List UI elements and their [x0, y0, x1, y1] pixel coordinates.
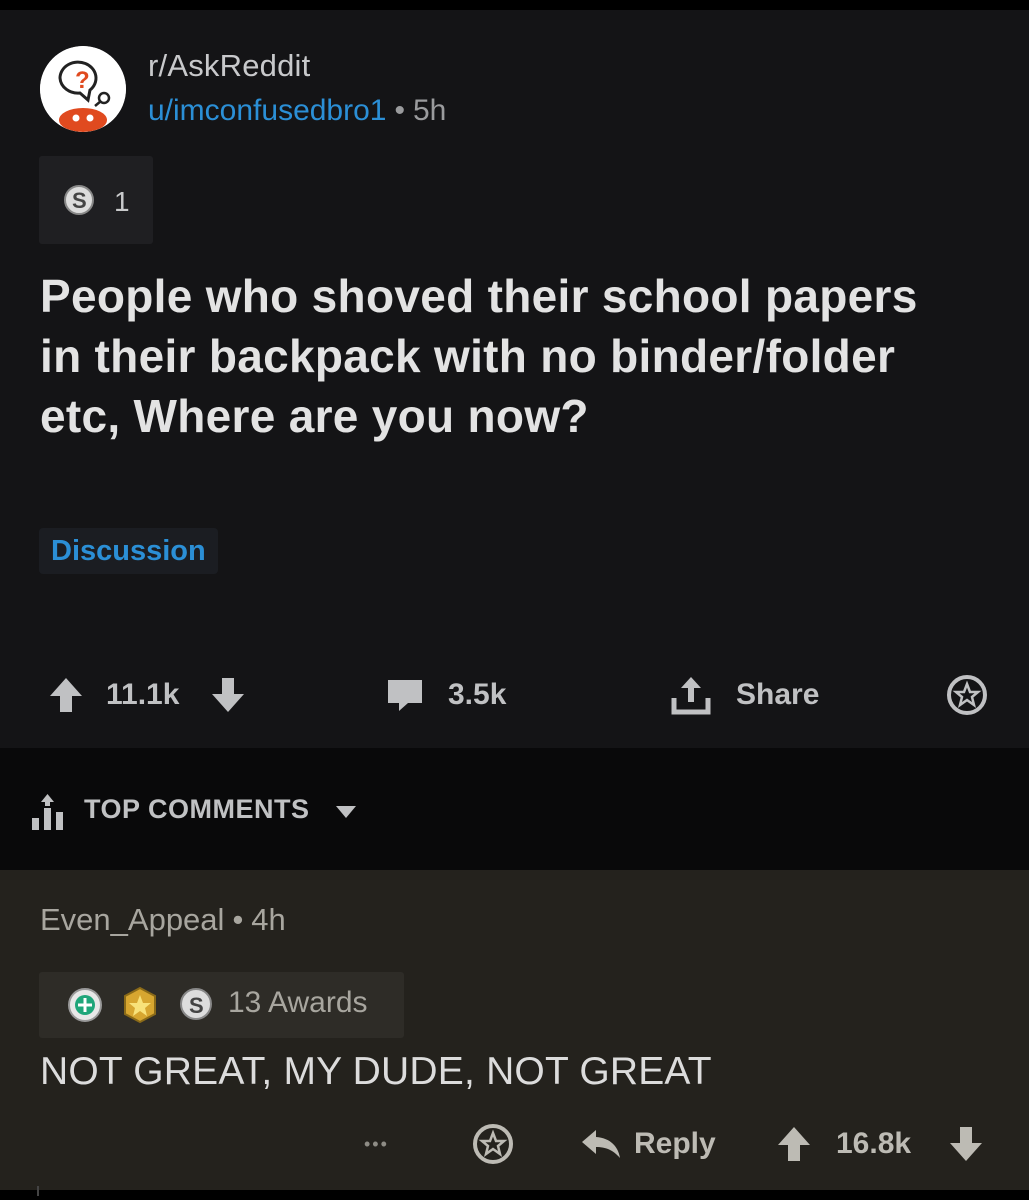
post-comment-count: 3.5k [448, 678, 507, 711]
comment-author[interactable]: Even_Appeal [40, 902, 224, 937]
post-author[interactable]: u/imconfusedbro1 [148, 94, 386, 127]
top-edge [0, 0, 1029, 10]
post-flair[interactable]: Discussion [39, 528, 218, 574]
upvote-icon [778, 1127, 810, 1161]
post-upvote-button[interactable] [48, 662, 84, 728]
post-awards[interactable]: S [39, 156, 153, 244]
comment-downvote-button[interactable] [948, 1116, 984, 1172]
post-downvote-button[interactable] [210, 662, 246, 728]
post-meta: u/imconfusedbro1 • 5h [148, 94, 446, 128]
comment-age: 4h [251, 902, 286, 937]
post-share-button[interactable]: Share [670, 662, 819, 728]
silver-award-icon: S [180, 988, 212, 1020]
comment-awards-label: 13 Awards [228, 986, 368, 1019]
comment-meta-separator: • [232, 902, 244, 937]
comment-reply-button[interactable]: Reply [580, 1116, 716, 1172]
thread-line [37, 1186, 39, 1196]
comment-more-button[interactable]: ••• [364, 1116, 389, 1172]
award-icon [947, 675, 987, 715]
post-award-count: 1 [114, 186, 130, 217]
post-comments-button[interactable]: 3.5k [386, 662, 506, 728]
svg-text:S: S [72, 188, 87, 213]
sort-label[interactable]: TOP COMMENTS [84, 794, 310, 825]
caret-down-icon[interactable] [334, 804, 358, 820]
award-icon [473, 1124, 513, 1164]
helpful-award-icon [68, 988, 102, 1022]
askreddit-avatar-icon[interactable]: ? [40, 46, 126, 132]
comment-icon [388, 680, 422, 711]
post-title[interactable]: People who shoved their school papers in… [40, 266, 940, 446]
comment-vote-count: 16.8k [836, 1127, 912, 1160]
svg-text:S: S [189, 993, 204, 1018]
bottom-edge [0, 1190, 1029, 1200]
comment-actions: ••• Reply 16.8k [0, 1116, 1029, 1172]
reply-icon [582, 1130, 620, 1158]
post-actions: 11.1k 3.5k Share [0, 662, 1029, 728]
svg-text:?: ? [75, 67, 90, 94]
share-label: Share [736, 678, 820, 711]
post-age: 5h [413, 94, 447, 127]
comment-upvote-button[interactable] [776, 1116, 812, 1172]
silver-award-icon: S [64, 185, 94, 215]
meta-separator: • [394, 94, 405, 127]
more-icon: ••• [364, 1133, 389, 1154]
subreddit-name[interactable]: r/AskReddit [148, 48, 310, 84]
post-vote-count: 11.1k [106, 678, 180, 711]
downvote-icon [950, 1127, 982, 1161]
downvote-icon [212, 678, 244, 712]
gold-award-icon [124, 986, 156, 1024]
reply-label: Reply [634, 1127, 716, 1160]
post-award-button[interactable] [946, 662, 988, 728]
upvote-icon [50, 678, 82, 712]
share-icon [671, 677, 711, 715]
comment-meta: Even_Appeal • 4h [40, 902, 286, 938]
sort-icon [32, 794, 63, 830]
comment-award-button[interactable] [472, 1116, 514, 1172]
comment-body: NOT GREAT, MY DUDE, NOT GREAT [40, 1050, 712, 1093]
